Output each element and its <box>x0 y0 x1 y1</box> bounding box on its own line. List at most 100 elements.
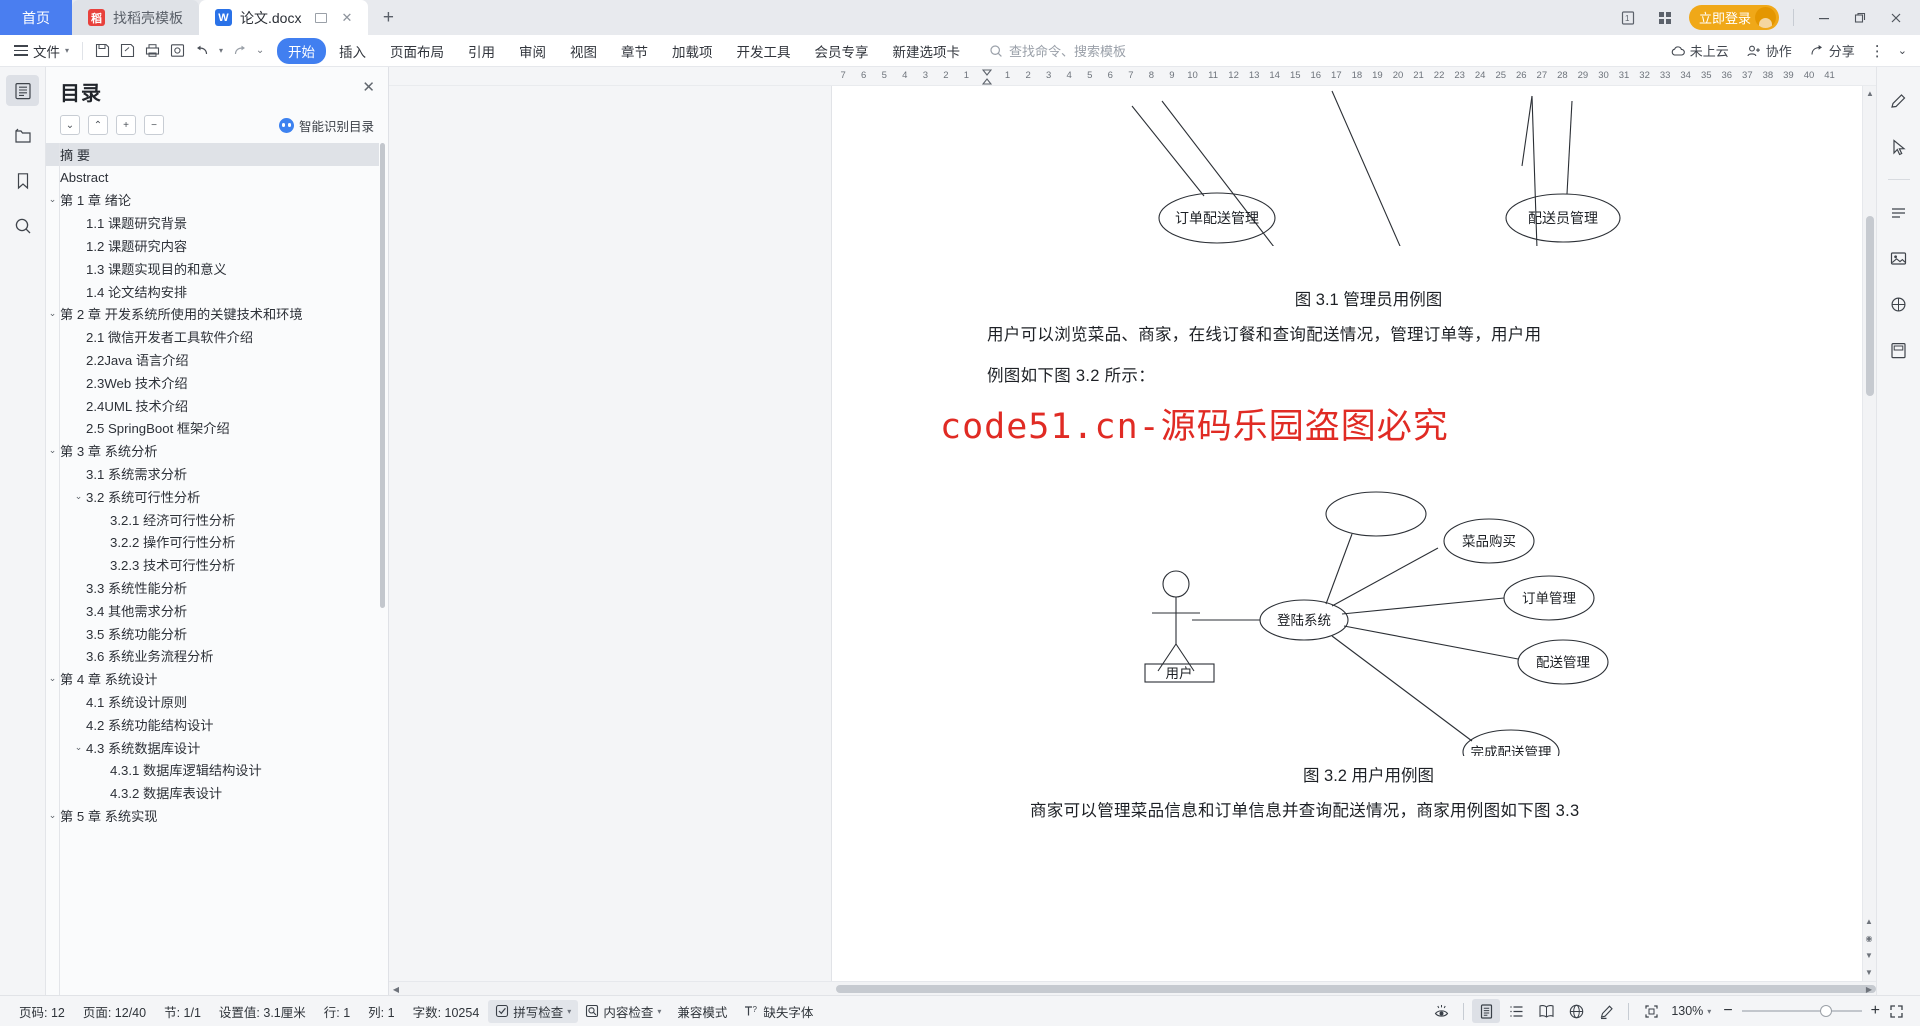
zoom-dropdown-icon[interactable]: ▾ <box>1707 1007 1711 1016</box>
document-page[interactable]: 订单配送管理 订单管理 菜品管理 菜品分类管理 配送员管理 图 3.1 管理员用… <box>832 86 1876 981</box>
first-line-indent-marker[interactable] <box>981 69 993 85</box>
document-vertical-scrollbar[interactable]: ▲ ▲ ◉ ▼ ▼ <box>1862 86 1876 981</box>
eye-focus-icon[interactable] <box>1427 999 1455 1023</box>
expand-down-button[interactable]: ⌄ <box>60 115 80 135</box>
outline-view-icon[interactable] <box>1502 999 1530 1023</box>
chevron-down-icon[interactable]: ⌄ <box>72 742 85 753</box>
tab-close-icon[interactable]: ✕ <box>341 10 352 26</box>
toc-item[interactable]: 1.1 课题研究背景 <box>46 211 379 234</box>
toc-item[interactable]: 1.3 课题实现目的和意义 <box>46 257 379 280</box>
expand-all-button[interactable]: + <box>116 115 136 135</box>
format-lines-icon[interactable] <box>1884 198 1914 226</box>
status-column[interactable]: 列: 1 <box>359 1002 403 1021</box>
scroll-left-icon[interactable]: ◀ <box>389 982 403 996</box>
search-icon[interactable] <box>6 210 39 241</box>
toc-item[interactable]: 3.5 系统功能分析 <box>46 622 379 645</box>
toc-item[interactable]: 2.2Java 语言介绍 <box>46 348 379 371</box>
toc-item[interactable]: ⌄ 第 2 章 开发系统所使用的关键技术和环境 <box>46 303 379 326</box>
undo-icon[interactable] <box>190 39 215 63</box>
chevron-down-icon[interactable]: ⌄ <box>46 673 59 684</box>
zoom-slider[interactable]: − + <box>1723 1002 1880 1020</box>
bookmark-icon[interactable] <box>6 165 39 196</box>
content-check-button[interactable]: 内容检查 ▾ <box>578 1000 668 1023</box>
toc-item[interactable]: 2.4UML 技术介绍 <box>46 394 379 417</box>
compat-mode-label[interactable]: 兼容模式 <box>668 1002 736 1021</box>
chevron-down-icon[interactable]: ⌄ <box>46 308 59 319</box>
toc-item[interactable]: ⌄ 3.2 系统可行性分析 <box>46 485 379 508</box>
toc-item[interactable]: 4.1 系统设计原则 <box>46 690 379 713</box>
toc-item[interactable]: ⌄ 第 3 章 系统分析 <box>46 439 379 462</box>
highlighter-icon[interactable] <box>1592 999 1620 1023</box>
tab-view[interactable]: 视图 <box>559 38 608 64</box>
collapse-all-button[interactable]: − <box>144 115 164 135</box>
share-button[interactable]: 分享 <box>1802 41 1862 60</box>
single-page-view-icon[interactable]: 1 <box>1615 4 1647 31</box>
collaborate-button[interactable]: 协作 <box>1739 41 1799 60</box>
chevron-down-icon[interactable]: ▾ <box>657 1007 661 1016</box>
select-browse-object-icon[interactable]: ◉ <box>1862 930 1876 947</box>
tab-docer-template[interactable]: 稻 找稻壳模板 <box>72 0 199 35</box>
chevron-down-icon[interactable]: ⌄ <box>1893 44 1912 57</box>
fullscreen-icon[interactable] <box>1882 999 1910 1023</box>
fit-page-icon[interactable] <box>1637 999 1665 1023</box>
prev-page-button[interactable]: ▲ <box>1862 913 1876 930</box>
toc-item[interactable]: 4.3.1 数据库逻辑结构设计 <box>46 759 379 782</box>
tab-developer-tools[interactable]: 开发工具 <box>726 38 802 64</box>
toc-item[interactable]: 3.4 其他需求分析 <box>46 599 379 622</box>
tab-page-layout[interactable]: 页面布局 <box>379 38 455 64</box>
toc-item[interactable]: ⌄ 第 4 章 系统设计 <box>46 667 379 690</box>
grid-view-icon[interactable] <box>1649 4 1681 31</box>
document-horizontal-scrollbar[interactable]: ◀ ▶ <box>389 981 1876 995</box>
scroll-right-icon[interactable]: ▶ <box>1862 982 1876 996</box>
customize-quick-access-icon[interactable]: ⌄ <box>252 39 268 63</box>
toc-item[interactable]: 2.1 微信开发者工具软件介绍 <box>46 325 379 348</box>
command-search[interactable]: 查找命令、搜索模板 <box>989 41 1126 60</box>
tab-document[interactable]: W 论文.docx ✕ <box>199 0 369 35</box>
toc-item[interactable]: 3.2.2 操作可行性分析 <box>46 531 379 554</box>
toc-item[interactable]: 2.5 SpringBoot 框架介绍 <box>46 417 379 440</box>
document-scroll-region[interactable]: 订单配送管理 订单管理 菜品管理 菜品分类管理 配送员管理 图 3.1 管理员用… <box>389 86 1876 981</box>
status-page-count[interactable]: 页面: 12/40 <box>74 1002 155 1021</box>
toc-item[interactable]: 3.3 系统性能分析 <box>46 576 379 599</box>
maximize-restore-button[interactable] <box>1842 3 1878 33</box>
save-icon[interactable] <box>90 39 115 63</box>
redo-icon[interactable] <box>227 39 252 63</box>
page-view-icon[interactable] <box>1472 999 1501 1023</box>
reading-view-icon[interactable] <box>1532 999 1560 1023</box>
tab-sections[interactable]: 章节 <box>610 38 659 64</box>
toc-item[interactable]: 3.2.3 技术可行性分析 <box>46 553 379 576</box>
tab-insert[interactable]: 插入 <box>328 38 377 64</box>
toc-icon[interactable] <box>6 75 39 106</box>
shape-icon[interactable] <box>1884 290 1914 318</box>
picture-icon[interactable] <box>1884 244 1914 272</box>
save-as-icon[interactable] <box>115 39 140 63</box>
toc-scrollbar-thumb[interactable] <box>380 143 385 608</box>
folder-icon[interactable] <box>6 120 39 151</box>
zoom-out-button[interactable]: − <box>1723 1002 1732 1020</box>
status-row[interactable]: 行: 1 <box>315 1002 359 1021</box>
tab-start[interactable]: 开始 <box>277 37 327 64</box>
tab-review[interactable]: 审阅 <box>508 38 557 64</box>
smart-toc-button[interactable]: 智能识别目录 <box>278 116 374 135</box>
collapse-up-button[interactable]: ⌃ <box>88 115 108 135</box>
missing-font-button[interactable]: ? 缺失字体 <box>736 1000 820 1023</box>
toc-item[interactable]: ⌄ 第 5 章 系统实现 <box>46 804 379 827</box>
undo-dropdown-icon[interactable]: ▾ <box>215 39 227 63</box>
horizontal-ruler[interactable]: 7 6 5 4 3 2 1 1 2 3 4 5 6 7 8 9 10 11 12 13 14 15 16 17 18 19 20 21… <box>389 67 1876 86</box>
toc-item[interactable]: 3.6 系统业务流程分析 <box>46 645 379 668</box>
tab-references[interactable]: 引用 <box>457 38 506 64</box>
status-page-number[interactable]: 页码: 12 <box>10 1002 74 1021</box>
toc-item[interactable]: Abstract <box>46 166 379 189</box>
tab-new-tab[interactable]: 新建选项卡 <box>882 38 972 64</box>
toc-item[interactable]: 2.3Web 技术介绍 <box>46 371 379 394</box>
chevron-down-icon[interactable]: ⌄ <box>46 810 59 821</box>
print-preview-icon[interactable] <box>165 39 190 63</box>
page-layout-icon[interactable] <box>1884 336 1914 364</box>
horizontal-scroll-thumb[interactable] <box>836 985 1876 993</box>
close-button[interactable] <box>1878 3 1914 33</box>
spell-check-button[interactable]: 拼写检查 ▾ <box>488 999 579 1023</box>
zoom-track[interactable] <box>1741 1005 1862 1017</box>
cursor-select-icon[interactable] <box>1884 133 1914 161</box>
login-button[interactable]: 立即登录 <box>1688 5 1779 30</box>
minimize-button[interactable] <box>1806 3 1842 33</box>
